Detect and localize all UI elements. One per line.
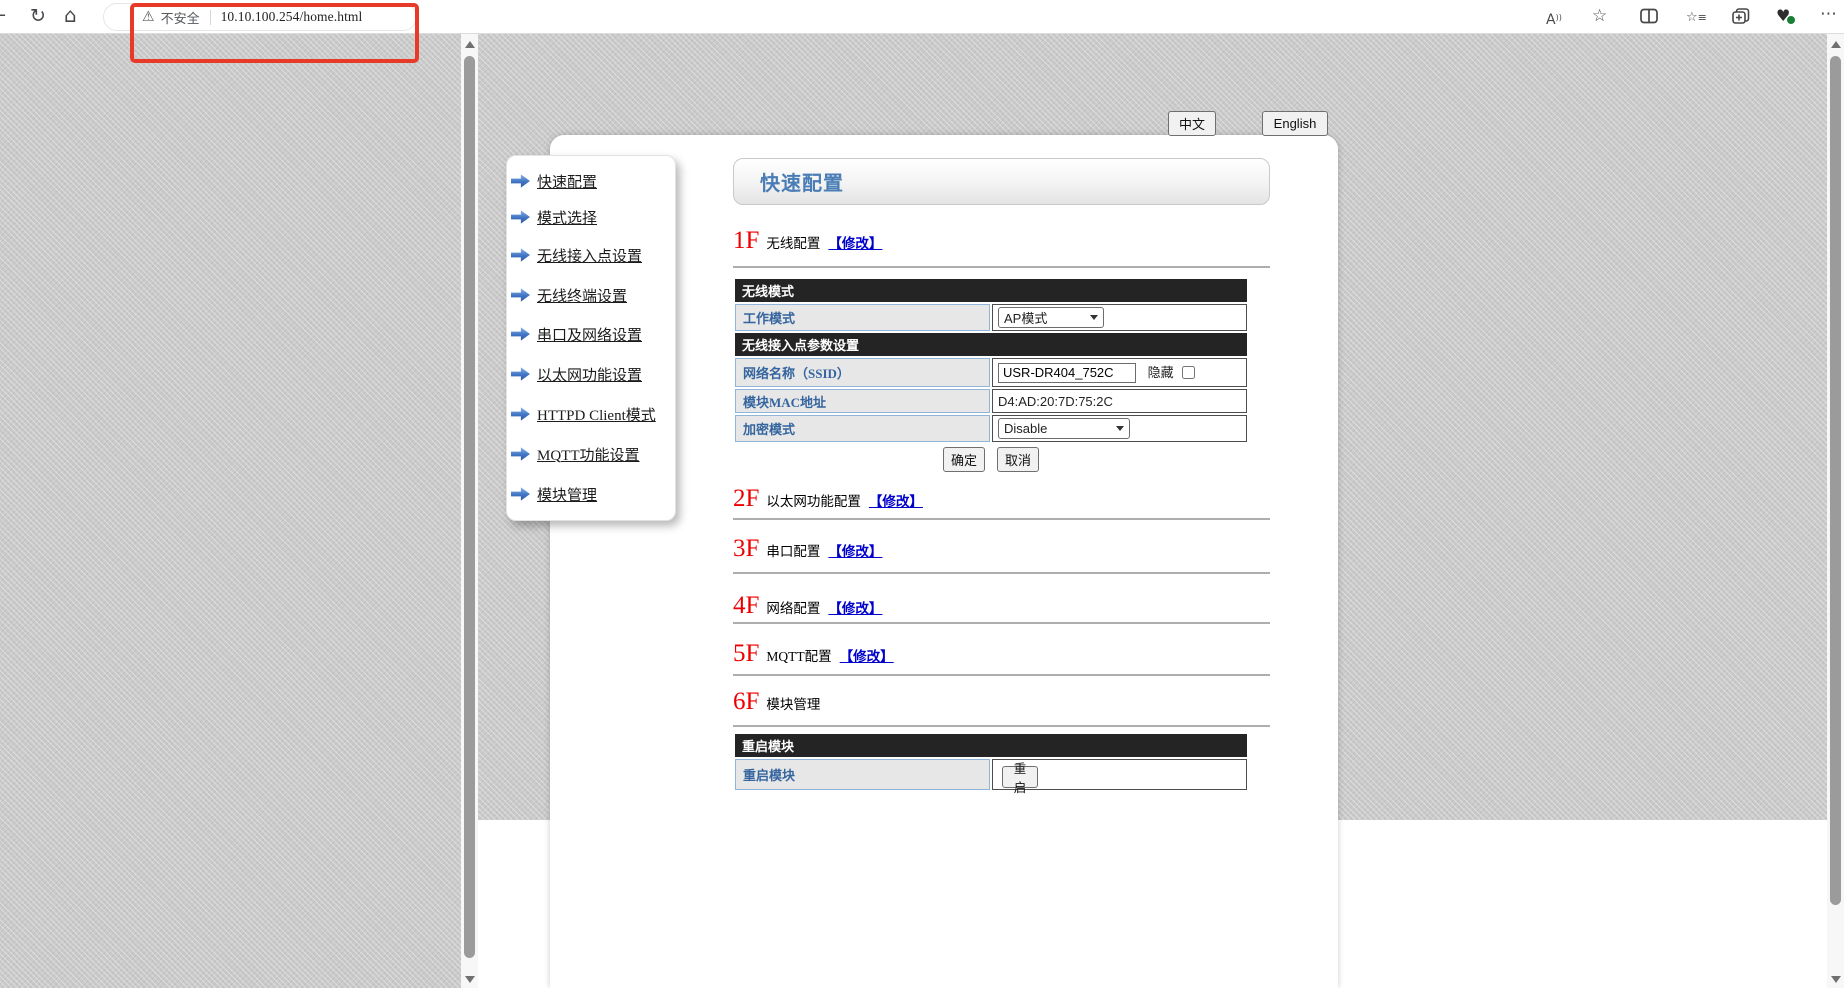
section-number: 1F (733, 228, 759, 254)
read-aloud-icon[interactable]: A)) (1546, 6, 1562, 32)
section-4f-row: 4F 网络配置 【修改】 (733, 593, 1270, 623)
section-title: MQTT配置 (766, 645, 831, 665)
scrollbar-thumb[interactable] (464, 56, 475, 958)
chevron-down-icon (1090, 315, 1098, 320)
section-title: 串口配置 (766, 540, 820, 560)
annotation-red-box (130, 3, 419, 63)
cancel-button[interactable]: 取消 (997, 447, 1039, 472)
section-1f-row: 1F 无线配置 【修改】 (733, 228, 1270, 258)
section-number: 4F (733, 593, 759, 619)
encryption-select[interactable]: Disable (998, 418, 1130, 439)
group-header-ap-params: 无线接入点参数设置 (735, 333, 1247, 356)
modify-link-serial[interactable]: 【修改】 (828, 540, 882, 560)
section-6f-row: 6F 模块管理 (733, 689, 1270, 719)
arrow-icon (511, 487, 530, 502)
mac-value: D4:AD:20:7D:75:2C (992, 389, 1247, 413)
encryption-label: 加密模式 (735, 415, 990, 442)
main-scrollbar[interactable] (1827, 33, 1844, 988)
english-language-button[interactable]: English (1262, 111, 1328, 136)
back-icon[interactable]: ← (0, 4, 6, 28)
section-number: 5F (733, 641, 759, 667)
section-3f-row: 3F 串口配置 【修改】 (733, 536, 1270, 566)
section-divider (733, 266, 1270, 268)
scroll-down-arrow-icon[interactable] (1831, 976, 1841, 983)
work-mode-label: 工作模式 (735, 304, 990, 331)
arrow-icon (511, 407, 530, 422)
hide-ssid-label: 隐藏 (1148, 365, 1174, 380)
form-buttons-row: 确定 取消 (733, 447, 1249, 474)
sidebar-item-quick-config[interactable]: 快速配置 (511, 170, 676, 192)
section-number: 3F (733, 536, 759, 562)
section-divider (733, 572, 1270, 574)
arrow-icon (511, 174, 530, 189)
group-header-restart: 重启模块 (735, 734, 1247, 757)
home-icon[interactable]: ⌂ (64, 3, 77, 27)
section-title: 模块管理 (766, 693, 820, 713)
modify-link-ethernet[interactable]: 【修改】 (869, 490, 923, 510)
arrow-icon (511, 248, 530, 263)
modify-link-wireless[interactable]: 【修改】 (828, 232, 882, 252)
collections-icon[interactable] (1732, 8, 1750, 32)
favorites-bar-icon[interactable]: ☆≡ (1686, 6, 1707, 30)
wireless-config-table: 无线模式 工作模式 AP模式 无线接入点参数设置 网络名称（SSID） 隐藏 模… (733, 277, 1249, 444)
section-number: 6F (733, 689, 759, 715)
left-frame-background (0, 33, 461, 988)
favorite-star-icon[interactable]: ☆ (1592, 4, 1607, 28)
section-title: 网络配置 (766, 597, 820, 617)
ssid-input[interactable] (998, 363, 1136, 383)
restart-label: 重启模块 (735, 759, 990, 790)
more-options-icon[interactable]: ⋯ (1820, 2, 1837, 26)
restart-module-table: 重启模块 重启模块 重启 (733, 732, 1249, 792)
sidebar-item-mqtt[interactable]: MQTT功能设置 (511, 443, 676, 465)
browser-essentials-icon[interactable]: ♥ (1776, 4, 1790, 28)
essentials-badge (1786, 15, 1796, 25)
sidebar-item-httpd-client[interactable]: HTTPD Client模式 (511, 403, 676, 425)
section-divider (733, 674, 1270, 676)
ok-button[interactable]: 确定 (943, 447, 985, 472)
sidebar-item-ethernet[interactable]: 以太网功能设置 (511, 363, 676, 385)
section-title: 以太网功能配置 (766, 490, 861, 510)
section-title: 无线配置 (766, 232, 820, 252)
scroll-up-arrow-icon[interactable] (1831, 41, 1841, 48)
mac-label: 模块MAC地址 (735, 389, 990, 413)
section-divider (733, 622, 1270, 624)
section-divider (733, 725, 1270, 727)
chinese-language-button[interactable]: 中文 (1168, 111, 1216, 136)
section-number: 2F (733, 486, 759, 512)
sidebar-item-wireless-ap[interactable]: 无线接入点设置 (511, 244, 676, 266)
chevron-down-icon (1116, 426, 1124, 431)
section-2f-row: 2F 以太网功能配置 【修改】 (733, 486, 1270, 516)
arrow-icon (511, 327, 530, 342)
modify-link-network[interactable]: 【修改】 (828, 597, 882, 617)
ssid-label: 网络名称（SSID） (735, 358, 990, 387)
refresh-icon[interactable]: ↻ (30, 4, 46, 28)
split-screen-icon[interactable] (1640, 8, 1658, 32)
scroll-up-arrow-icon[interactable] (465, 41, 475, 48)
section-divider (733, 518, 1270, 520)
page-title-bar: 快速配置 (733, 158, 1270, 205)
scrollbar-thumb[interactable] (1830, 56, 1841, 905)
sidebar-item-module-management[interactable]: 模块管理 (511, 483, 676, 505)
scroll-down-arrow-icon[interactable] (465, 976, 475, 983)
modify-link-mqtt[interactable]: 【修改】 (840, 645, 894, 665)
arrow-icon (511, 447, 530, 462)
sidebar-item-wireless-sta[interactable]: 无线终端设置 (511, 284, 676, 306)
section-5f-row: 5F MQTT配置 【修改】 (733, 641, 1270, 671)
work-mode-select[interactable]: AP模式 (998, 307, 1104, 328)
sidebar-item-serial-network[interactable]: 串口及网络设置 (511, 323, 676, 345)
group-header-wireless-mode: 无线模式 (735, 279, 1247, 302)
arrow-icon (511, 367, 530, 382)
page-title: 快速配置 (760, 167, 844, 196)
left-frame-scrollbar[interactable] (461, 33, 478, 988)
arrow-icon (511, 288, 530, 303)
restart-button[interactable]: 重启 (1002, 766, 1038, 788)
sidebar-item-mode-select[interactable]: 模式选择 (511, 206, 676, 228)
arrow-icon (511, 210, 530, 225)
hide-ssid-checkbox[interactable] (1182, 366, 1195, 379)
